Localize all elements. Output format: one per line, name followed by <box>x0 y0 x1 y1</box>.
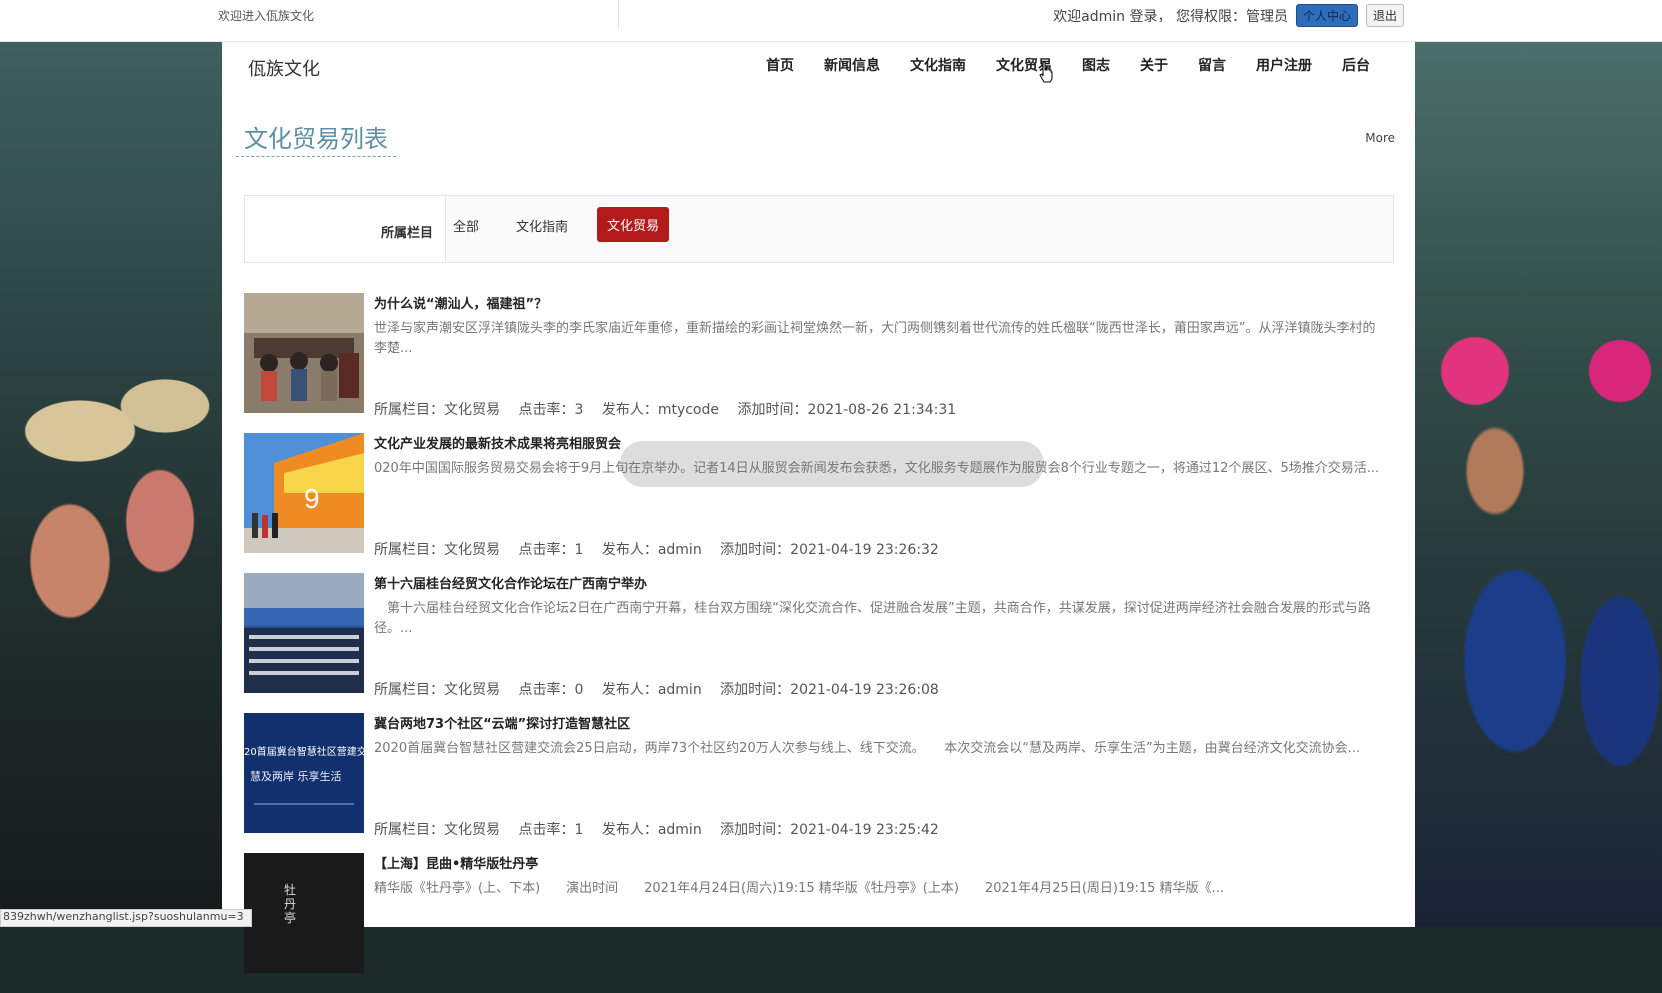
background-right-photo <box>1415 41 1662 927</box>
meta-clicks: 点击率：3 <box>518 402 584 418</box>
nav-message[interactable]: 留言 <box>1183 55 1241 75</box>
welcome-text: 欢迎进入佤族文化 <box>218 9 315 23</box>
thumb-caption-line1: 20首届冀台智慧社区营建交流 <box>244 747 364 758</box>
article-summary: 第十六届桂台经贸文化合作论坛2日在广西南宁开幕，桂台双方围绕“深化交流合作、促进… <box>374 601 1371 636</box>
meta-clicks: 点击率：0 <box>518 682 584 698</box>
more-link[interactable]: More <box>1365 131 1395 145</box>
list-item[interactable]: 20首届冀台智慧社区营建交流 慧及两岸 乐享生活 冀台两地73个社区“云端”探讨… <box>244 713 1394 853</box>
article-summary: 世泽与家声潮安区浮洋镇陇头李的李氏家庙近年重修，重新描绘的彩画让祠堂焕然一新，大… <box>374 321 1376 356</box>
meta-time: 添加时间：2021-08-26 21:34:31 <box>737 402 957 418</box>
article-list: 为什么说“潮汕人，福建祖”？ 世泽与家声潮安区浮洋镇陇头李的李氏家庙近年重修，重… <box>244 293 1394 993</box>
background-left-photo <box>0 41 222 927</box>
main-nav: 首页 新闻信息 文化指南 文化贸易 图志 关于 留言 用户注册 后台 <box>751 55 1385 75</box>
list-item[interactable]: 牡丹亭 【上海】昆曲•精华版牡丹亭 精华版《牡丹亭》(上、下本) 演出时间 20… <box>244 853 1394 993</box>
article-summary: 2020首届冀台智慧社区营建交流会25日启动，两岸73个社区约20万人次参与线上… <box>374 741 1361 756</box>
thumb-divider <box>254 803 354 805</box>
svg-text:9: 9 <box>304 483 320 514</box>
article-title[interactable]: 第十六届桂台经贸文化合作论坛在广西南宁举办 <box>374 573 647 592</box>
filter-option-culture-trade[interactable]: 文化贸易 <box>597 207 670 242</box>
nav-news[interactable]: 新闻信息 <box>809 55 895 75</box>
top-bar: 欢迎进入佤族文化 欢迎admin 登录， 您得权限：管理员 个人中心 退出 <box>0 0 1662 42</box>
article-thumbnail[interactable] <box>244 573 364 693</box>
article-summary: 精华版《牡丹亭》(上、下本) 演出时间 2021年4月24日(周六)19:15 … <box>374 881 1224 896</box>
article-thumbnail[interactable]: 20首届冀台智慧社区营建交流 慧及两岸 乐享生活 <box>244 713 364 833</box>
article-title[interactable]: 冀台两地73个社区“云端”探讨打造智慧社区 <box>374 713 630 732</box>
nav-culture-guide[interactable]: 文化指南 <box>895 55 981 75</box>
loading-overlay <box>620 441 1044 487</box>
thumb-caption-line2: 慧及两岸 乐享生活 <box>250 770 342 783</box>
article-meta: 所属栏目：文化贸易 点击率：1 发布人：admin 添加时间：2021-04-1… <box>374 819 953 839</box>
personal-center-button[interactable]: 个人中心 <box>1295 4 1358 27</box>
meta-time: 添加时间：2021-04-19 23:25:42 <box>720 822 939 838</box>
category-filter: 所属栏目 全部 文化指南 文化贸易 <box>244 195 1394 263</box>
article-meta: 所属栏目：文化贸易 点击率：0 发布人：admin 添加时间：2021-04-1… <box>374 679 953 699</box>
logout-button[interactable]: 退出 <box>1365 4 1404 27</box>
nav-admin[interactable]: 后台 <box>1327 55 1385 75</box>
meta-author: 发布人：mtycode <box>601 402 720 418</box>
nav-about[interactable]: 关于 <box>1125 55 1183 75</box>
filter-label: 所属栏目 <box>380 226 433 241</box>
article-title[interactable]: 文化产业发展的最新技术成果将亮相服贸会 <box>374 433 621 452</box>
filter-label-cell: 所属栏目 <box>245 196 446 262</box>
meta-author: 发布人：admin <box>601 822 702 838</box>
meta-time: 添加时间：2021-04-19 23:26:32 <box>720 542 939 558</box>
nav-culture-trade[interactable]: 文化贸易 <box>981 55 1067 75</box>
page-title: 文化贸易列表 <box>236 119 396 157</box>
article-title[interactable]: 【上海】昆曲•精华版牡丹亭 <box>374 853 538 872</box>
site-logo[interactable]: 佤族文化 <box>248 55 320 81</box>
meta-category: 所属栏目：文化贸易 <box>374 542 500 558</box>
meta-time: 添加时间：2021-04-19 23:26:08 <box>720 682 939 698</box>
meta-clicks: 点击率：1 <box>518 822 584 838</box>
meta-category: 所属栏目：文化贸易 <box>374 822 500 838</box>
hand-cursor-icon <box>1039 61 1053 83</box>
article-thumbnail[interactable]: 9 <box>244 433 364 553</box>
list-item[interactable]: 第十六届桂台经贸文化合作论坛在广西南宁举办 第十六届桂台经贸文化合作论坛2日在广… <box>244 573 1394 713</box>
meta-author: 发布人：admin <box>601 682 702 698</box>
meta-author: 发布人：admin <box>601 542 702 558</box>
login-info-text: 欢迎admin 登录， 您得权限：管理员 <box>1053 8 1288 25</box>
article-meta: 所属栏目：文化贸易 点击率：3 发布人：mtycode 添加时间：2021-08… <box>374 399 970 419</box>
user-info: 欢迎admin 登录， 您得权限：管理员 个人中心 退出 <box>1053 4 1404 27</box>
filter-option-all[interactable]: 全部 <box>453 216 479 235</box>
topbar-divider <box>618 0 619 30</box>
meta-category: 所属栏目：文化贸易 <box>374 682 500 698</box>
nav-chronicle[interactable]: 图志 <box>1067 55 1125 75</box>
nav-home[interactable]: 首页 <box>751 55 809 75</box>
article-thumbnail[interactable]: 牡丹亭 <box>244 853 364 973</box>
meta-clicks: 点击率：1 <box>518 542 584 558</box>
thumb-caption: 牡丹亭 <box>284 883 297 925</box>
meta-category: 所属栏目：文化贸易 <box>374 402 500 418</box>
filter-option-culture-guide[interactable]: 文化指南 <box>516 216 568 235</box>
status-bar-url: 839zhwh/wenzhanglist.jsp?suoshulanmu=3 <box>0 909 252 927</box>
article-title[interactable]: 为什么说“潮汕人，福建祖”？ <box>374 293 547 312</box>
nav-register[interactable]: 用户注册 <box>1241 55 1327 75</box>
list-item[interactable]: 为什么说“潮汕人，福建祖”？ 世泽与家声潮安区浮洋镇陇头李的李氏家庙近年重修，重… <box>244 293 1394 433</box>
article-thumbnail[interactable] <box>244 293 364 413</box>
article-meta: 所属栏目：文化贸易 点击率：1 发布人：admin 添加时间：2021-04-1… <box>374 539 953 559</box>
